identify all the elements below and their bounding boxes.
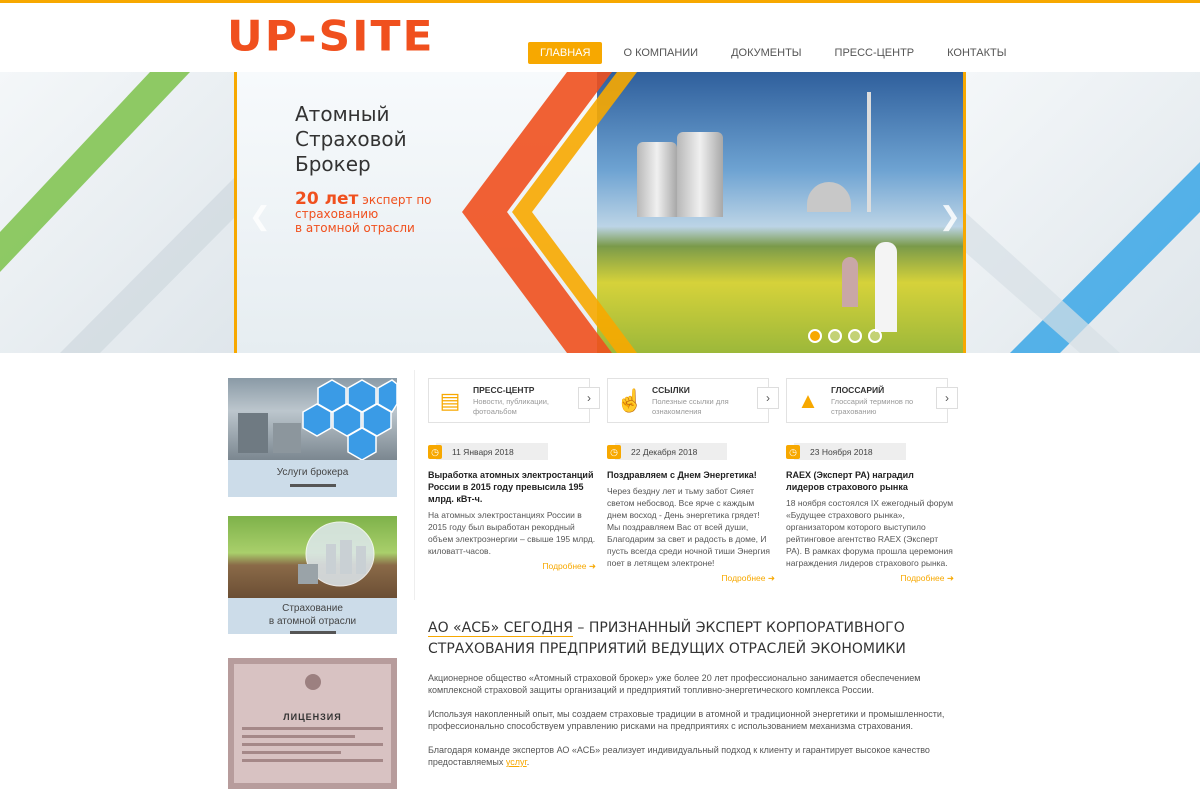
nav-item-contacts[interactable]: КОНТАКТЫ	[935, 42, 1018, 64]
slider-dots	[808, 329, 882, 343]
about-paragraph-1: Акционерное общество «Атомный страховой …	[428, 673, 921, 695]
nav-item-documents[interactable]: ДОКУМЕНТЫ	[719, 42, 813, 64]
card-press-center[interactable]: ▤ ПРЕСС-ЦЕНТР Новости, публикации, фотоа…	[428, 378, 600, 423]
site-logo[interactable]: UP-SITE	[227, 13, 435, 61]
card-description: Полезные ссылки для ознакомления	[652, 397, 729, 416]
chevron-right-icon[interactable]: ›	[578, 387, 600, 409]
chevron-right-icon[interactable]: ›	[936, 387, 958, 409]
slider-next-arrow-icon[interactable]: ❯	[939, 202, 961, 232]
slide-title: Атомный Страховой Брокер	[295, 102, 407, 176]
about-paragraph-3: Благодаря команде экспертов АО «АСБ» реа…	[428, 745, 930, 767]
news-date: ◷ 11 Января 2018	[428, 443, 548, 460]
news-date: ◷ 23 Ноября 2018	[786, 443, 906, 460]
read-more-link[interactable]: Подробнее ➜	[607, 573, 775, 584]
news-item: ◷ 23 Ноября 2018 RAEX (Эксперт РА) наград…	[786, 443, 954, 584]
news-headline[interactable]: RAEX (Эксперт РА) наградил лидеров страх…	[786, 469, 954, 493]
news-body: Через бездну лет и тьму забот Сияет свет…	[607, 486, 770, 568]
card-title: ПРЕСС-ЦЕНТР	[473, 385, 535, 395]
read-more-link[interactable]: Подробнее ➜	[786, 573, 954, 584]
clock-icon: ◷	[786, 444, 800, 459]
clock-icon: ◷	[607, 444, 621, 459]
card-title: ССЫЛКИ	[652, 385, 690, 395]
sidebar-card-broker-services[interactable]: Услуги брокера	[228, 378, 397, 497]
top-accent-line	[0, 0, 1200, 3]
state-emblem-icon	[304, 674, 321, 690]
slider-dot-4[interactable]	[868, 329, 882, 343]
license-text-lines	[242, 727, 383, 762]
slider-prev-arrow-icon[interactable]: ❮	[249, 202, 271, 232]
nuclear-insurance-label: Страхование в атомной отрасли	[268, 603, 357, 627]
nav-item-about[interactable]: О КОМПАНИИ	[611, 42, 710, 64]
license-document-image[interactable]: ЛИЦЕНЗИЯ	[228, 658, 397, 789]
slider-dot-1[interactable]	[808, 329, 822, 343]
broker-services-label: Услуги брокера	[276, 467, 349, 478]
card-title: ГЛОССАРИЙ	[831, 385, 885, 395]
about-paragraph-2: Используя накопленный опыт, мы создаем с…	[428, 709, 945, 731]
card-underline	[289, 484, 336, 487]
main-nav: ГЛАВНАЯ О КОМПАНИИ ДОКУМЕНТЫ ПРЕСС-ЦЕНТР…	[528, 42, 1027, 64]
news-headline[interactable]: Поздравляем с Днем Энергетика!	[607, 469, 775, 481]
news-body: 18 ноября состоялся IX ежегодный форум «…	[786, 498, 954, 568]
nuclear-insurance-image	[228, 516, 397, 598]
read-more-link[interactable]: Подробнее ➜	[428, 561, 596, 572]
card-description: Глоссарий терминов по страхованию	[831, 397, 914, 416]
slider-dot-3[interactable]	[848, 329, 862, 343]
news-item: ◷ 11 Января 2018 Выработка атомных электр…	[428, 443, 596, 572]
license-title: ЛИЦЕНЗИЯ	[283, 712, 342, 722]
card-links[interactable]: ☝ ССЫЛКИ Полезные ссылки для ознакомлени…	[607, 378, 779, 423]
pointer-hand-icon: ☝	[616, 388, 644, 413]
card-glossary[interactable]: ▲ ГЛОССАРИЙ Глоссарий терминов по страхо…	[786, 378, 958, 423]
sidebar-card-nuclear-insurance[interactable]: Страхование в атомной отрасли	[228, 516, 397, 634]
broker-services-image	[228, 378, 397, 460]
card-description: Новости, публикации, фотоальбом	[473, 397, 549, 416]
nav-item-press[interactable]: ПРЕСС-ЦЕНТР	[823, 42, 927, 64]
hero-slide[interactable]: Атомный Страховой Брокер 20 лет эксперт …	[234, 72, 966, 353]
chevron-right-icon[interactable]: ›	[757, 387, 779, 409]
graduation-cap-icon: ▲	[797, 388, 819, 413]
card-underline	[289, 631, 336, 634]
clock-icon: ◷	[428, 444, 442, 459]
news-body: На атомных электростанциях России в 2015…	[428, 510, 596, 556]
slider-dot-2[interactable]	[828, 329, 842, 343]
news-item: ◷ 22 Декабря 2018 Поздравляем с Днем Энер…	[607, 443, 775, 584]
news-date: ◷ 22 Декабря 2018	[607, 443, 727, 460]
services-link[interactable]: услуг	[506, 757, 527, 767]
nav-item-home[interactable]: ГЛАВНАЯ	[528, 42, 603, 64]
column-divider	[414, 370, 415, 600]
hero-banner: Атомный Страховой Брокер 20 лет эксперт …	[0, 72, 1200, 353]
news-headline[interactable]: Выработка атомных электростанций России …	[428, 469, 596, 505]
document-icon: ▤	[439, 388, 461, 413]
section-heading: АО «АСБ» сегодня – признанный эксперт ко…	[428, 620, 906, 657]
slide-subtitle: 20 лет эксперт по страхованию в атомной …	[295, 189, 432, 236]
